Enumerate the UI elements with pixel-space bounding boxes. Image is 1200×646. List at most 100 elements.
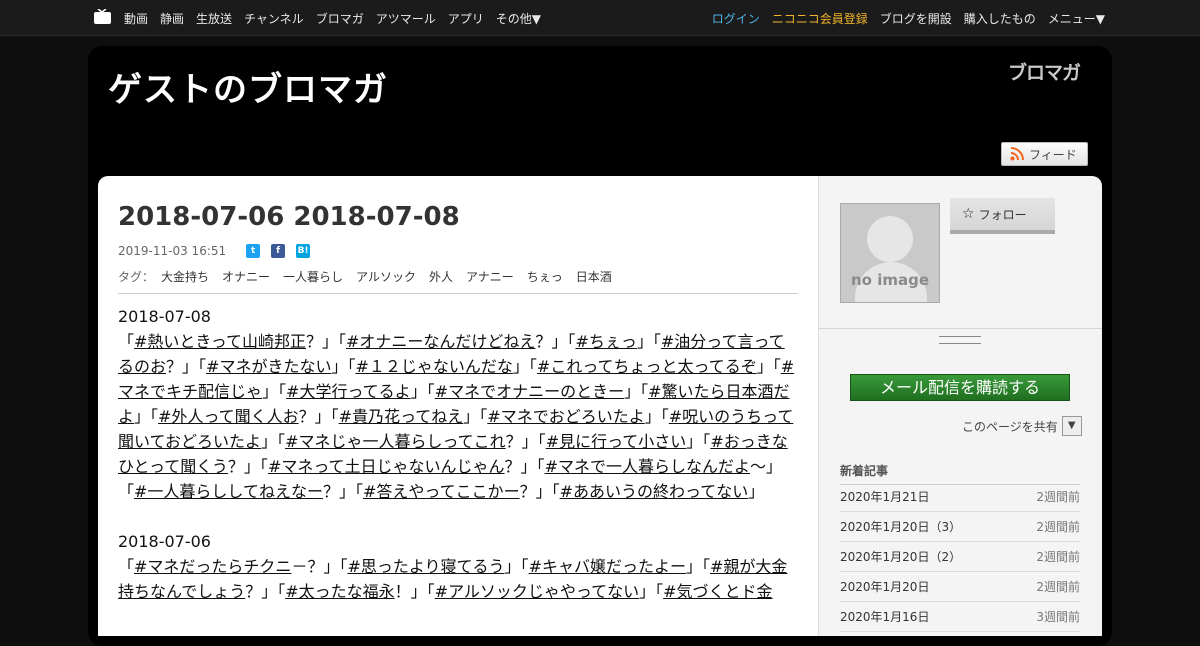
subscribe-mail-button[interactable]: メール配信を購読する xyxy=(850,374,1070,401)
hatena-bookmark-icon[interactable]: B! xyxy=(296,244,311,258)
separator-text: 」「 xyxy=(512,357,537,376)
hashtag-link[interactable]: #マネで一人暮らしなんだよ xyxy=(545,457,750,476)
separator-text: ？」「 xyxy=(519,482,560,501)
separator-text: 」「 xyxy=(686,432,711,451)
separator-text: 」「 xyxy=(504,557,529,576)
hashtag-link[interactable]: #一人暮らししてねえなー xyxy=(134,482,323,501)
nav-other-menu[interactable]: その他▼ xyxy=(496,10,541,27)
recent-article-item[interactable]: 2020年1月16日 3週間前 xyxy=(840,602,1080,632)
tag-item[interactable]: 日本酒 xyxy=(576,268,612,285)
section-date: 2018-07-06 xyxy=(118,532,211,551)
hashtag-link[interactable]: #オナニーなんだけどねえ xyxy=(346,332,535,351)
open-quote: 「 xyxy=(118,557,135,576)
article-date: 2019-11-03 16:51 xyxy=(118,244,227,258)
separator-text: ？」「 xyxy=(166,357,207,376)
article-paragraph: 2018-07-08 「#熱いときって山崎邦正？」「#オナニーなんだけどねえ？」「… xyxy=(118,304,800,504)
article-meta: 2019-11-03 16:51 t f B! xyxy=(118,244,311,258)
niconico-tv-icon[interactable] xyxy=(94,9,111,24)
hashtag-link[interactable]: #これってちょっと太ってるぞ xyxy=(537,357,757,376)
rss-icon xyxy=(1010,147,1024,161)
separator-text: 」「 xyxy=(410,382,435,401)
open-blog-link[interactable]: ブログを開設 xyxy=(880,10,952,27)
hashtag-link[interactable]: #マネじゃ一人暮らしってこれ xyxy=(285,432,506,451)
hashtag-link[interactable]: #外人って聞く人お xyxy=(158,407,299,426)
article-title[interactable]: 2018-07-06 2018-07-08 xyxy=(118,202,460,232)
tag-item[interactable]: 一人暮らし xyxy=(283,268,343,285)
hashtag-link[interactable]: #マネでオナニーのときー xyxy=(435,382,624,401)
separator-text: 」「 xyxy=(756,357,781,376)
recent-article-item[interactable]: 2020年1月20日（3） 2週間前 xyxy=(840,512,1080,542)
tag-item[interactable]: アルソック xyxy=(356,268,416,285)
hashtag-link[interactable]: #１２じゃないんだな xyxy=(355,357,512,376)
menu-dropdown[interactable]: メニュー▼ xyxy=(1048,10,1105,27)
separator-text: ？」「 xyxy=(227,457,268,476)
feed-button[interactable]: フィード xyxy=(1001,142,1088,166)
star-icon: ☆ xyxy=(962,206,975,222)
separator-text: 」「 xyxy=(644,407,669,426)
hashtag-link[interactable]: #貴乃花ってねえ xyxy=(339,407,464,426)
blog-title[interactable]: ゲストのブロマガ xyxy=(108,62,388,111)
nav-live[interactable]: 生放送 xyxy=(196,10,232,27)
no-image-label: no image xyxy=(850,271,929,289)
nav-channel[interactable]: チャンネル xyxy=(244,10,304,27)
recent-articles-list: 2020年1月21日 2週間前 2020年1月20日（3） 2週間前 2020年1月… xyxy=(840,482,1080,632)
hashtag-link[interactable]: #アルソックじゃやってない xyxy=(435,582,639,601)
recent-article-item[interactable]: 2020年1月20日 2週間前 xyxy=(840,572,1080,602)
hashtag-link[interactable]: #思ったより寝てるう xyxy=(347,557,504,576)
separator-text: ！」「 xyxy=(394,582,435,601)
hashtag-link[interactable]: #マネがきたない xyxy=(206,357,331,376)
twitter-share-icon[interactable]: t xyxy=(246,244,261,258)
tag-item[interactable]: 外人 xyxy=(429,268,453,285)
hashtag-link[interactable]: #気づくとド金 xyxy=(663,582,772,601)
follow-label: フォロー xyxy=(978,207,1027,222)
follow-button[interactable]: ☆ フォロー xyxy=(950,198,1055,234)
separator-text: ？」「 xyxy=(298,407,339,426)
separator-text: ？」「 xyxy=(305,332,346,351)
tag-item[interactable]: 大金持ち xyxy=(161,268,209,285)
separator-text: 」「 xyxy=(685,557,710,576)
nav-video[interactable]: 動画 xyxy=(124,10,148,27)
nav-blomaga[interactable]: ブロマガ xyxy=(316,10,364,27)
hashtag-link[interactable]: #熱いときって山崎邦正 xyxy=(134,332,306,351)
hashtag-link[interactable]: #ちぇっ xyxy=(575,332,636,351)
recent-article-item[interactable]: 2020年1月20日（2） 2週間前 xyxy=(840,542,1080,572)
nav-atsumaru[interactable]: アツマール xyxy=(376,10,436,27)
article-body: 2018-07-08 「#熱いときって山崎邦正？」「#オナニーなんだけどねえ？」「… xyxy=(118,304,800,629)
feed-label: フィード xyxy=(1029,147,1077,162)
sidebar-divider xyxy=(818,328,1102,329)
section-date: 2018-07-08 xyxy=(118,307,211,326)
collapse-handle[interactable] xyxy=(939,336,981,344)
separator-text: 」「 xyxy=(262,382,287,401)
separator-text: 」「 xyxy=(636,332,661,351)
recent-article-item[interactable]: 2020年1月21日 2週間前 xyxy=(840,482,1080,512)
hashtag-link[interactable]: #大学行ってるよ xyxy=(286,382,411,401)
hashtag-link[interactable]: #キャバ嬢だったよー xyxy=(529,557,686,576)
share-page-control[interactable]: このページを共有 ▼ xyxy=(962,416,1082,436)
tag-item[interactable]: アナニー xyxy=(466,268,514,285)
tags-label: タグ： xyxy=(118,270,155,284)
tag-item[interactable]: ちぇっ xyxy=(527,268,563,285)
user-nav: ログイン ニコニコ会員登録 ブログを開設 購入したもの メニュー▼ xyxy=(700,0,1105,36)
hashtag-link[interactable]: #マネでおどろいたよ xyxy=(487,407,644,426)
purchased-link[interactable]: 購入したもの xyxy=(964,10,1036,27)
tag-item[interactable]: オナニー xyxy=(222,268,270,285)
login-link[interactable]: ログイン xyxy=(712,10,760,27)
avatar[interactable]: no image xyxy=(840,203,940,303)
hashtag-link[interactable]: #見に行って小さい xyxy=(546,432,687,451)
nav-apps[interactable]: アプリ xyxy=(448,10,484,27)
avatar-placeholder-head xyxy=(867,216,913,262)
hashtag-link[interactable]: #ああいうの終わってない xyxy=(560,482,749,501)
separator-text: －？」「 xyxy=(291,557,348,576)
register-link[interactable]: ニコニコ会員登録 xyxy=(772,10,868,27)
hashtag-link[interactable]: #マネって土日じゃないんじゃん xyxy=(268,457,505,476)
dropdown-arrow-icon[interactable]: ▼ xyxy=(1061,416,1082,436)
blomaga-logo[interactable]: ブロマガ xyxy=(1008,58,1081,85)
hashtag-link[interactable]: #マネだったらチクニ xyxy=(134,557,291,576)
facebook-share-icon[interactable]: f xyxy=(271,244,286,258)
nav-seiga[interactable]: 静画 xyxy=(160,10,184,27)
separator-text: ？」「 xyxy=(504,457,545,476)
separator-text: 」「 xyxy=(261,432,286,451)
hashtag-link[interactable]: #答えやってここかー xyxy=(363,482,520,501)
global-nav: 動画 静画 生放送 チャンネル ブロマガ アツマール アプリ その他▼ xyxy=(124,0,553,36)
hashtag-link[interactable]: #太ったな福永 xyxy=(285,582,394,601)
